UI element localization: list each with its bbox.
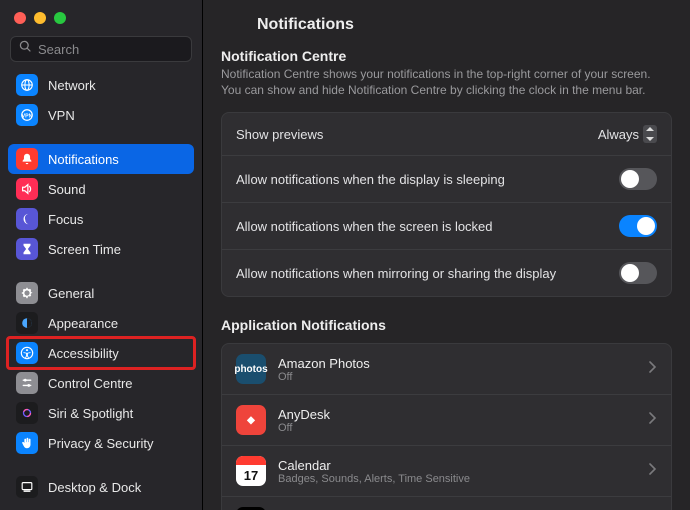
sidebar-item-focus[interactable]: Focus [8,204,194,234]
gear-icon [16,282,38,304]
sidebar-item-label: Screen Time [48,242,121,257]
sidebar-list[interactable]: Network VPN VPN Notifications Sound Focus Scre… [0,70,202,510]
accessibility-icon [16,342,38,364]
vpn-icon: VPN [16,104,38,126]
fullscreen-window-button[interactable] [54,12,66,24]
search-icon [19,40,32,58]
sidebar: Network VPN VPN Notifications Sound Focus Scre… [0,0,203,510]
sidebar-item-privacy-security[interactable]: Privacy & Security [8,428,194,458]
page-title: Notifications [221,12,672,48]
app-name: AnyDesk [278,407,637,422]
app-row-amazon-photos[interactable]: photos Amazon PhotosOff [222,344,671,394]
show-previews-value: Always [598,127,639,142]
sidebar-item-general[interactable]: General [8,278,194,308]
notification-centre-heading: Notification Centre [221,48,672,64]
search-field[interactable] [10,36,192,62]
hand-icon [16,432,38,454]
search-input[interactable] [38,42,214,57]
app-name: Calendar [278,458,637,473]
sidebar-item-label: VPN [48,108,75,123]
app-name: Amazon Photos [278,356,637,371]
notification-settings-panel: Show previews Always Allow notifications… [221,112,672,297]
sidebar-item-label: General [48,286,94,301]
minimize-window-button[interactable] [34,12,46,24]
moon-icon [16,208,38,230]
sidebar-item-appearance[interactable]: Appearance [8,308,194,338]
allow-when-mirroring-toggle[interactable] [619,262,657,284]
siri-icon [16,402,38,424]
application-notifications-heading: Application Notifications [221,317,672,333]
app-status: Off [278,371,637,383]
allow-when-sleeping-row: Allow notifications when the display is … [222,155,671,202]
sidebar-item-label: Desktop & Dock [48,480,141,495]
stepper-icon [643,125,657,143]
window-controls [0,0,202,36]
show-previews-row[interactable]: Show previews Always [222,113,671,155]
main-content[interactable]: Notifications Notification Centre Notifi… [203,0,690,510]
sidebar-item-label: Privacy & Security [48,436,153,451]
allow-when-sleeping-toggle[interactable] [619,168,657,190]
sidebar-item-network[interactable]: Network [8,70,194,100]
allow-when-sleeping-label: Allow notifications when the display is … [236,172,505,187]
settings-window: Network VPN VPN Notifications Sound Focus Scre… [0,0,690,510]
sliders-icon [16,372,38,394]
sidebar-item-vpn[interactable]: VPN VPN [8,100,194,130]
sidebar-item-accessibility[interactable]: Accessibility [8,338,194,368]
chevron-right-icon [649,411,657,429]
app-icon: photos [236,354,266,384]
svg-text:VPN: VPN [22,114,33,120]
appearance-icon [16,312,38,334]
app-row-anydesk[interactable]: ◆ AnyDeskOff [222,394,671,445]
speaker-icon [16,178,38,200]
show-previews-label: Show previews [236,127,323,142]
app-icon: ◆ [236,405,266,435]
app-status: Off [278,422,637,434]
dock-icon [16,476,38,498]
sidebar-item-desktop-dock[interactable]: Desktop & Dock [8,472,194,502]
app-row-capcut[interactable]: ✕CapCutOff [222,496,671,510]
sidebar-item-notifications[interactable]: Notifications [8,144,194,174]
allow-when-locked-row: Allow notifications when the screen is l… [222,202,671,249]
allow-when-mirroring-row: Allow notifications when mirroring or sh… [222,249,671,296]
notification-centre-description: Notification Centre shows your notificat… [221,66,661,98]
sidebar-item-control-centre[interactable]: Control Centre [8,368,194,398]
show-previews-select[interactable]: Always [598,125,657,143]
sidebar-item-label: Notifications [48,152,119,167]
app-status: Badges, Sounds, Alerts, Time Sensitive [278,473,637,485]
chevron-right-icon [649,462,657,480]
sidebar-item-label: Control Centre [48,376,133,391]
sidebar-item-screen-time[interactable]: Screen Time [8,234,194,264]
app-row-calendar[interactable]: 17 CalendarBadges, Sounds, Alerts, Time S… [222,445,671,496]
hourglass-icon [16,238,38,260]
bell-icon [16,148,38,170]
sidebar-item-siri-spotlight[interactable]: Siri & Spotlight [8,398,194,428]
app-icon: 17 [236,456,266,486]
sidebar-item-label: Focus [48,212,83,227]
application-notifications-panel: photosAmazon PhotosOff◆AnyDeskOff17Calen… [221,343,672,510]
allow-when-mirroring-label: Allow notifications when mirroring or sh… [236,266,556,281]
allow-when-locked-toggle[interactable] [619,215,657,237]
sidebar-item-label: Appearance [48,316,118,331]
sidebar-item-label: Accessibility [48,346,119,361]
sidebar-item-sound[interactable]: Sound [8,174,194,204]
sidebar-item-label: Sound [48,182,86,197]
sidebar-item-label: Network [48,78,96,93]
sidebar-item-label: Siri & Spotlight [48,406,133,421]
allow-when-locked-label: Allow notifications when the screen is l… [236,219,493,234]
chevron-right-icon [649,360,657,378]
globe-icon [16,74,38,96]
close-window-button[interactable] [14,12,26,24]
